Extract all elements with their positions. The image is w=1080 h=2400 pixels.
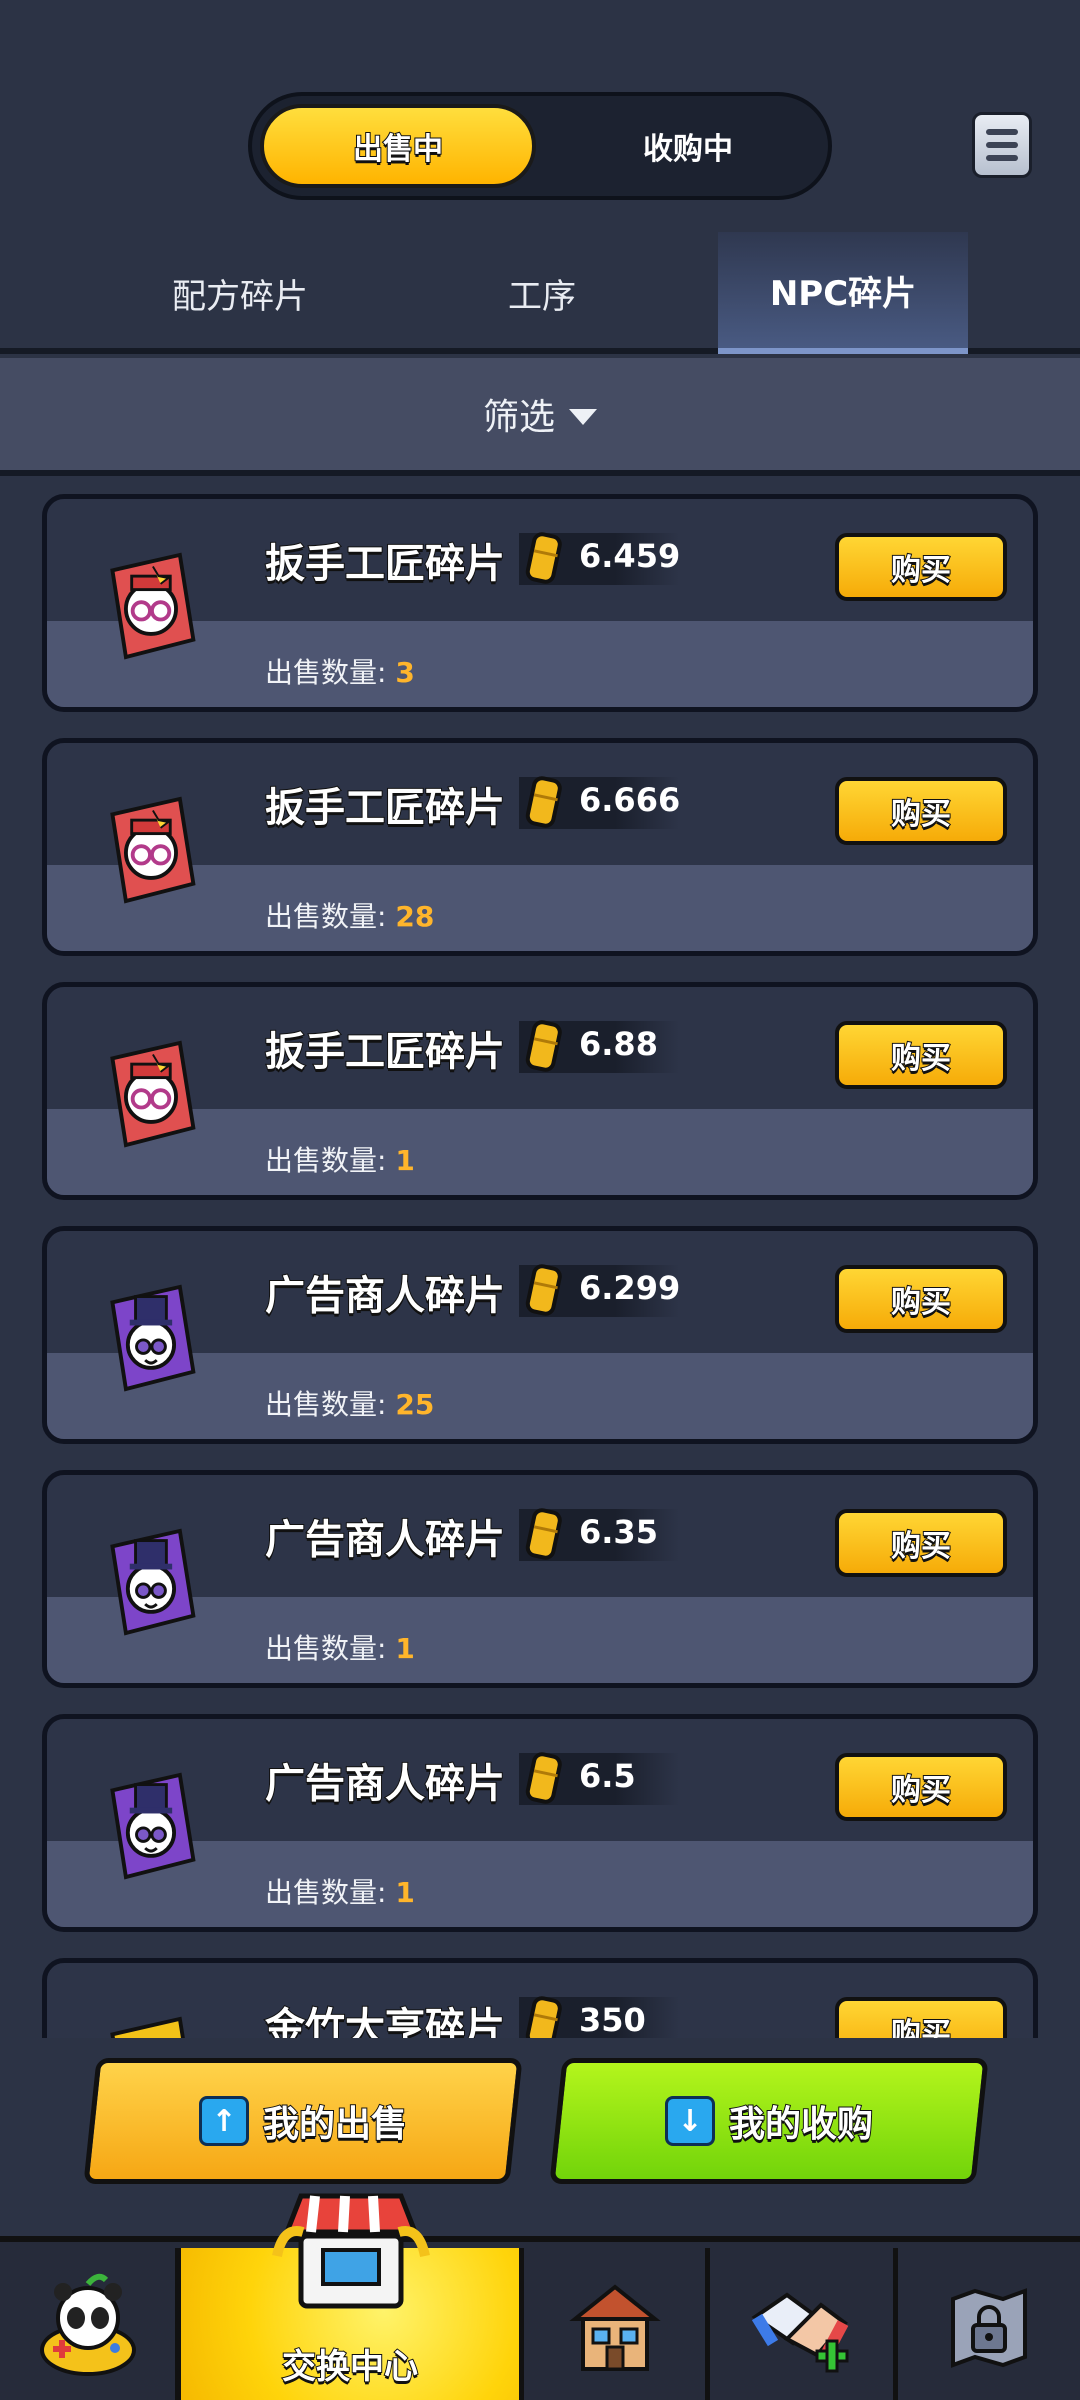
item-name: 扳手工匠碎片 — [264, 784, 506, 832]
nav-locked-map[interactable] — [898, 2248, 1080, 2400]
quantity-text: 出售数量: 3 — [265, 651, 415, 691]
tab-npc-fragments[interactable]: NPC碎片 — [718, 232, 968, 354]
sell-buy-toggle: 出售中 收购中 — [248, 92, 832, 200]
listing-list[interactable]: 扳手工匠碎片 6.459 购买 出售数量: 3 扳手工匠碎片 6.666 购买 … — [0, 482, 1080, 2038]
quantity-label: 出售数量: — [265, 656, 387, 689]
toggle-selling[interactable]: 出售中 — [260, 104, 536, 188]
item-price: 6.35 — [579, 1513, 658, 1551]
item-price: 350 — [579, 2001, 646, 2038]
quantity-text: 出售数量: 25 — [265, 1383, 434, 1423]
arrow-up-icon: ↑ — [198, 2096, 249, 2146]
npc-fragment-icon — [110, 552, 196, 660]
item-name: 广告商人碎片 — [264, 1272, 506, 1320]
quantity-value: 25 — [395, 1388, 435, 1421]
listing-card: 扳手工匠碎片 6.666 购买 出售数量: 28 — [42, 738, 1038, 956]
quantity-text: 出售数量: 28 — [265, 895, 434, 935]
listing-card: 广告商人碎片 6.35 购买 出售数量: 1 — [42, 1470, 1038, 1688]
my-sell-button[interactable]: ↑ 我的出售 — [83, 2058, 523, 2184]
bamboo-coin-icon — [525, 1020, 562, 1072]
item-name: 广告商人碎片 — [264, 1760, 506, 1808]
item-name: 扳手工匠碎片 — [264, 540, 506, 588]
arrow-down-icon: ↓ — [664, 2096, 715, 2146]
tab-recipe-fragments[interactable]: 配方碎片 — [90, 232, 390, 354]
buy-button[interactable]: 购买 — [835, 1997, 1007, 2038]
buy-button[interactable]: 购买 — [835, 1021, 1007, 1089]
buy-button[interactable]: 购买 — [835, 1265, 1007, 1333]
quantity-value: 1 — [395, 1632, 415, 1665]
quantity-value: 1 — [395, 1144, 415, 1177]
quantity-label: 出售数量: — [265, 1388, 387, 1421]
buy-button[interactable]: 购买 — [835, 533, 1007, 601]
action-bar: ↑ 我的出售 ↓ 我的收购 — [0, 2038, 1080, 2238]
nav-game[interactable] — [0, 2248, 180, 2400]
my-sell-label: 我的出售 — [262, 2103, 408, 2146]
nav-trade[interactable] — [710, 2248, 898, 2400]
bamboo-coin-icon — [525, 532, 562, 584]
bamboo-coin-icon — [525, 1508, 562, 1560]
listing-card: 广告商人碎片 6.299 购买 出售数量: 25 — [42, 1226, 1038, 1444]
my-buy-button[interactable]: ↓ 我的收购 — [549, 2058, 989, 2184]
filter-dropdown[interactable]: 筛选 — [0, 358, 1080, 476]
bamboo-coin-icon — [525, 1264, 562, 1316]
category-tabs: 配方碎片 工序 NPC碎片 — [0, 232, 1080, 354]
buy-button[interactable]: 购买 — [835, 1753, 1007, 1821]
listing-card: 广告商人碎片 6.5 购买 出售数量: 1 — [42, 1714, 1038, 1932]
bottom-nav: 交换中心 — [0, 2193, 1080, 2400]
item-price: 6.459 — [579, 537, 681, 575]
quantity-label: 出售数量: — [265, 1632, 387, 1665]
nav-house[interactable] — [524, 2248, 710, 2400]
quantity-value: 1 — [395, 1876, 415, 1909]
quantity-label: 出售数量: — [265, 1876, 387, 1909]
toggle-buying[interactable]: 收购中 — [552, 104, 824, 188]
panda-gamepad-icon — [39, 2273, 136, 2376]
quantity-label: 出售数量: — [265, 1144, 387, 1177]
quantity-text: 出售数量: 1 — [265, 1871, 415, 1911]
item-name: 扳手工匠碎片 — [264, 1028, 506, 1076]
bamboo-coin-icon — [525, 776, 562, 828]
house-icon — [568, 2284, 661, 2371]
item-name: 广告商人碎片 — [264, 1516, 506, 1564]
quantity-text: 出售数量: 1 — [265, 1139, 415, 1179]
quantity-label: 出售数量: — [265, 900, 387, 933]
npc-fragment-icon — [110, 1040, 196, 1148]
npc-fragment-icon — [110, 1772, 196, 1880]
tab-process[interactable]: 工序 — [392, 232, 692, 354]
handshake-plus-icon — [750, 2292, 848, 2373]
buy-button[interactable]: 购买 — [835, 777, 1007, 845]
nav-exchange-center[interactable]: 交换中心 — [176, 2193, 524, 2400]
item-price: 6.88 — [579, 1025, 658, 1063]
quantity-value: 28 — [395, 900, 435, 933]
item-price: 6.5 — [579, 1757, 636, 1795]
locked-map-icon — [951, 2288, 1027, 2368]
item-price: 6.299 — [579, 1269, 681, 1307]
npc-fragment-icon — [110, 1284, 196, 1392]
quantity-value: 3 — [395, 656, 415, 689]
quantity-text: 出售数量: 1 — [265, 1627, 415, 1667]
listing-card: 扳手工匠碎片 6.88 购买 出售数量: 1 — [42, 982, 1038, 1200]
listing-card: 金竹大亨碎片 350 购买 出售数量: — [42, 1958, 1038, 2038]
item-price: 6.666 — [579, 781, 681, 819]
npc-fragment-icon — [110, 796, 196, 904]
npc-fragment-icon — [110, 2016, 185, 2038]
shop-icon — [272, 2193, 430, 2309]
my-buy-label: 我的收购 — [728, 2103, 874, 2146]
listing-card: 扳手工匠碎片 6.459 购买 出售数量: 3 — [42, 494, 1038, 712]
menu-icon[interactable] — [972, 112, 1032, 178]
npc-fragment-icon — [110, 1528, 196, 1636]
chevron-down-icon — [569, 409, 597, 425]
buy-button[interactable]: 购买 — [835, 1509, 1007, 1577]
nav-exchange-label: 交换中心 — [281, 2346, 419, 2388]
bamboo-coin-icon — [525, 1996, 562, 2038]
filter-label: 筛选 — [482, 397, 555, 438]
bamboo-coin-icon — [525, 1752, 562, 1804]
item-name: 金竹大亨碎片 — [264, 2004, 506, 2038]
